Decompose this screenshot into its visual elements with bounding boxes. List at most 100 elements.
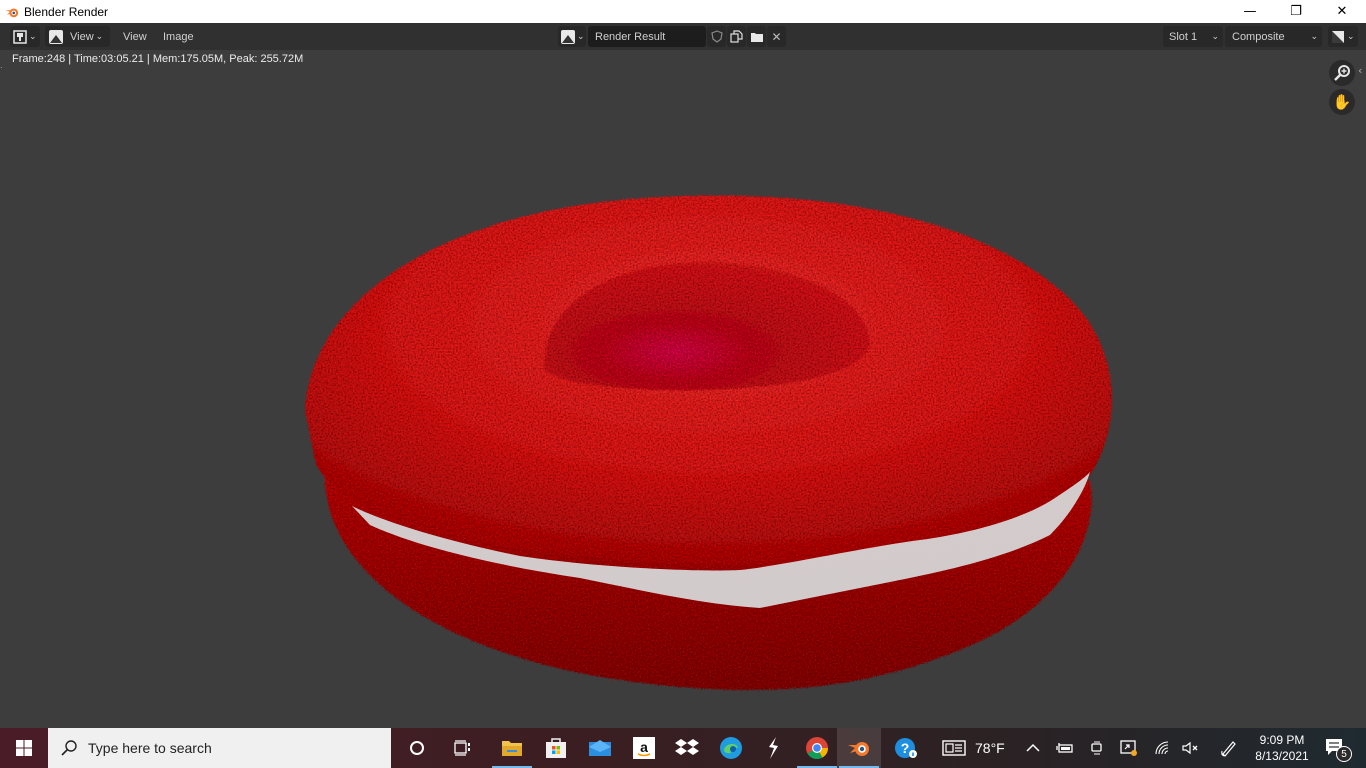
- window-title-bar: Blender Render: [0, 0, 1366, 23]
- display-channels-icon: [1332, 30, 1344, 43]
- taskbar-app-mail[interactable]: [578, 728, 622, 768]
- pan-button[interactable]: ✋: [1329, 89, 1355, 115]
- taskbar-search-box[interactable]: Type here to search: [48, 728, 391, 768]
- layer-label: Composite: [1232, 30, 1285, 43]
- help-icon: ?: [895, 738, 917, 758]
- pen-icon: [1221, 741, 1236, 757]
- menu-image-label: Image: [163, 30, 194, 43]
- shield-icon: [710, 30, 723, 43]
- camera-icon: [1091, 741, 1102, 755]
- svg-text:?: ?: [901, 740, 910, 756]
- menu-image[interactable]: Image: [163, 26, 194, 47]
- battery-button[interactable]: [1052, 728, 1078, 768]
- new-image-button[interactable]: [727, 26, 746, 47]
- image-icon: [561, 29, 575, 44]
- chevron-down-icon: ⌄: [1211, 31, 1219, 41]
- minimize-icon: —: [1243, 4, 1257, 19]
- wifi-icon: [1155, 741, 1169, 755]
- open-image-button[interactable]: [747, 26, 766, 47]
- task-view-button[interactable]: [441, 728, 485, 768]
- fuzzy-torus: [305, 195, 1112, 690]
- volume-button[interactable]: [1178, 728, 1204, 768]
- image-icon: [49, 29, 63, 44]
- mail-icon: [589, 740, 611, 756]
- store-icon: [546, 738, 566, 758]
- screen-capture-button[interactable]: [1116, 728, 1142, 768]
- render-viewport[interactable]: ‹ ✋: [0, 60, 1366, 726]
- taskbar-app-help[interactable]: ?: [884, 728, 928, 768]
- blender-icon: [848, 742, 869, 756]
- window-title: Blender Render: [24, 4, 109, 19]
- image-name-field[interactable]: Render Result: [588, 26, 706, 47]
- folder-icon: [750, 32, 763, 42]
- close-button[interactable]: ✕: [1319, 0, 1365, 23]
- unlink-image-button[interactable]: ✕: [767, 26, 786, 47]
- notification-count-badge: 5: [1336, 746, 1352, 762]
- news-icon: [942, 740, 966, 756]
- chevron-up-icon: [1026, 743, 1040, 752]
- taskbar-app-edge[interactable]: [709, 728, 753, 768]
- minimize-button[interactable]: —: [1227, 0, 1273, 23]
- cortana-button[interactable]: [395, 728, 439, 768]
- menu-view-label: View: [123, 30, 147, 43]
- slot-dropdown[interactable]: Slot 1 ⌄: [1163, 26, 1223, 47]
- duplicate-icon: [730, 30, 743, 43]
- taskbar-app-chrome[interactable]: [795, 728, 839, 768]
- view-mode-label: View: [70, 30, 94, 43]
- chevron-down-icon: ⌄: [1310, 31, 1318, 41]
- image-editor-header: ⌄ View ⌄ View Image ⌄ Render Result ✕ Sl…: [0, 23, 1366, 50]
- weather-widget[interactable]: 78°F: [942, 728, 1022, 768]
- taskbar-app-microsoft-store[interactable]: [534, 728, 578, 768]
- pen-workspace-button[interactable]: [1215, 728, 1243, 768]
- taskbar-app-amazon[interactable]: a: [622, 728, 666, 768]
- taskbar-app-file-explorer[interactable]: [490, 728, 534, 768]
- zoom-button[interactable]: [1329, 60, 1355, 86]
- close-icon: ✕: [1336, 4, 1348, 19]
- amazon-icon: a: [633, 737, 655, 759]
- screen-notification-icon: [1120, 740, 1137, 756]
- dropbox-icon: [675, 739, 699, 755]
- chrome-icon: [806, 737, 828, 759]
- zoom-in-icon: [1334, 65, 1350, 81]
- network-button[interactable]: [1149, 728, 1175, 768]
- action-center-button[interactable]: 5: [1316, 728, 1356, 768]
- chevron-down-icon: ⌄: [577, 31, 585, 41]
- render-result-image: [305, 195, 1112, 690]
- restore-button[interactable]: ❐: [1273, 0, 1319, 23]
- svg-text:a: a: [640, 739, 648, 755]
- clock-date: 8/13/2021: [1255, 749, 1309, 763]
- start-button[interactable]: [2, 728, 46, 768]
- meet-now-button[interactable]: [1084, 728, 1110, 768]
- clock-button[interactable]: 9:09 PM 8/13/2021: [1250, 728, 1314, 768]
- search-icon: [61, 740, 77, 756]
- show-hidden-icons-button[interactable]: [1020, 728, 1046, 768]
- slot-label: Slot 1: [1169, 30, 1198, 43]
- volume-muted-icon: [1182, 741, 1198, 755]
- lightning-app-icon: [769, 737, 778, 759]
- folder-icon: [502, 741, 522, 756]
- clock-time: 9:09 PM: [1259, 733, 1305, 747]
- chevron-down-icon: ⌄: [29, 31, 37, 41]
- blender-logo-icon: [5, 8, 19, 17]
- render-stats-text: Frame:248 | Time:03:05.21 | Mem:175.05M,…: [12, 53, 304, 65]
- taskbar-app-blender[interactable]: [837, 728, 881, 768]
- image-editor-icon: [13, 29, 27, 44]
- layer-dropdown[interactable]: Composite ⌄: [1225, 26, 1322, 47]
- battery-charging-icon: [1056, 743, 1073, 753]
- cortana-icon: [410, 741, 424, 755]
- taskbar-app-dropbox[interactable]: [665, 728, 709, 768]
- fake-user-button[interactable]: [707, 26, 726, 47]
- sidebar-expand-toggle[interactable]: ‹: [1358, 64, 1362, 77]
- image-name: Render Result: [595, 30, 666, 43]
- restore-icon: ❐: [1290, 4, 1302, 19]
- chevron-down-icon: ⌄: [95, 31, 104, 41]
- display-channels-dropdown[interactable]: ⌄: [1328, 26, 1358, 47]
- menu-view[interactable]: View: [123, 26, 147, 47]
- editor-type-dropdown[interactable]: ⌄: [10, 26, 40, 47]
- taskbar-app-unknown[interactable]: [751, 728, 795, 768]
- hand-icon: ✋: [1332, 93, 1352, 111]
- render-stats: Frame:248 | Time:03:05.21 | Mem:175.05M,…: [0, 50, 1366, 68]
- task-view-icon: [454, 740, 470, 756]
- browse-image-dropdown[interactable]: ⌄: [558, 26, 586, 47]
- view-mode-dropdown[interactable]: View ⌄: [45, 26, 110, 47]
